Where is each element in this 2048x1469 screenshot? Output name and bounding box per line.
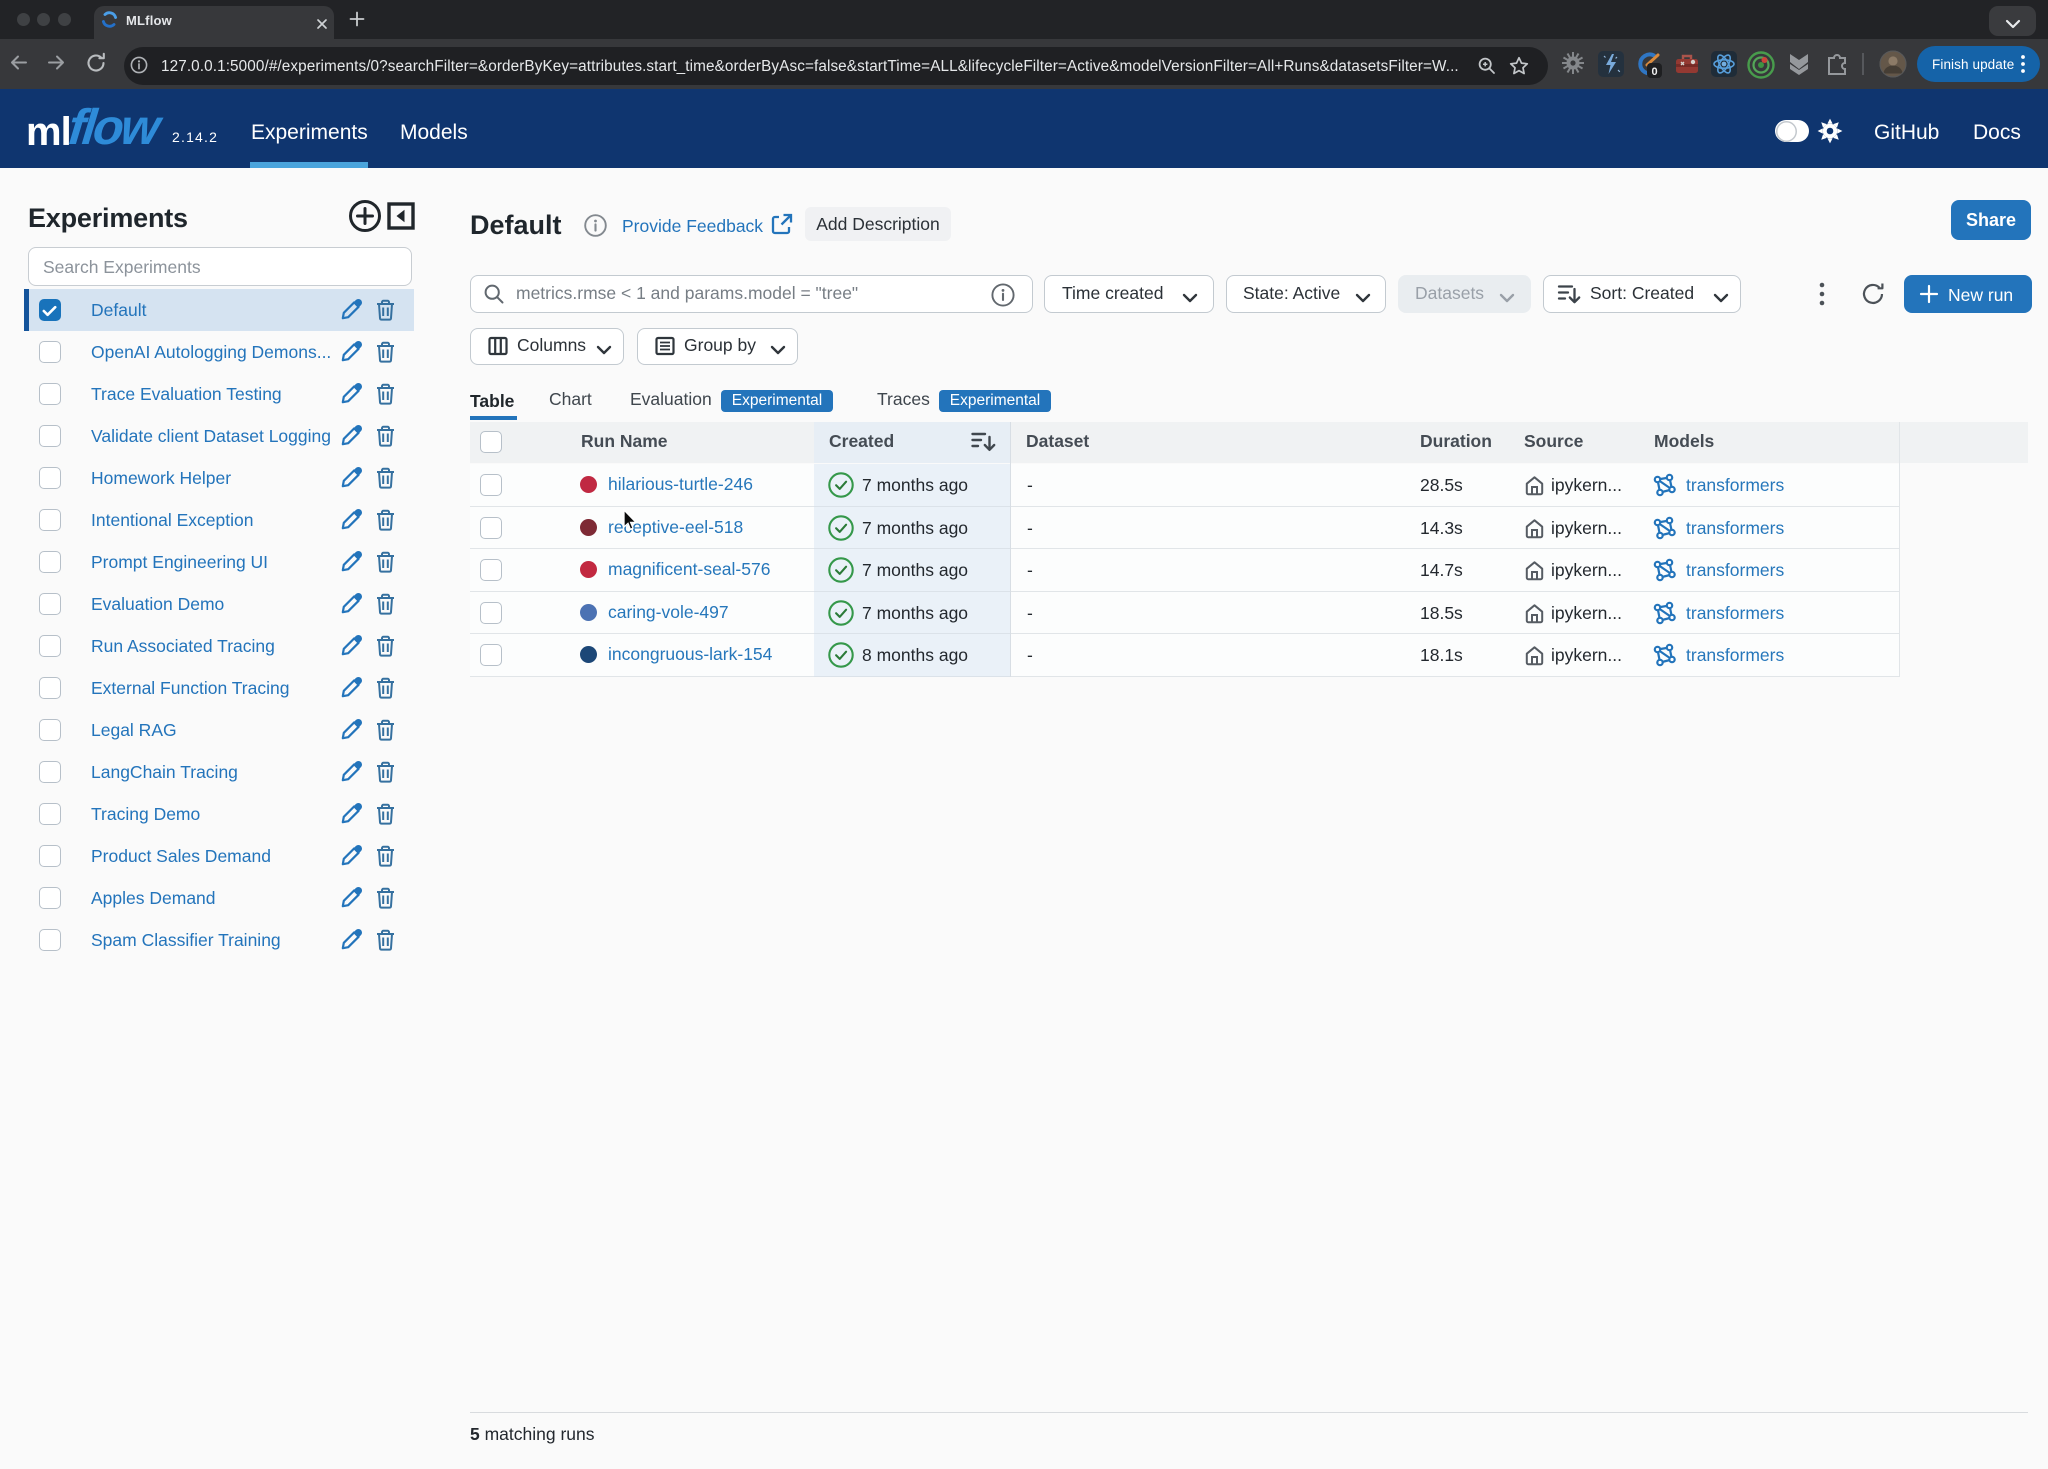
svg-text:0: 0	[1651, 66, 1657, 78]
